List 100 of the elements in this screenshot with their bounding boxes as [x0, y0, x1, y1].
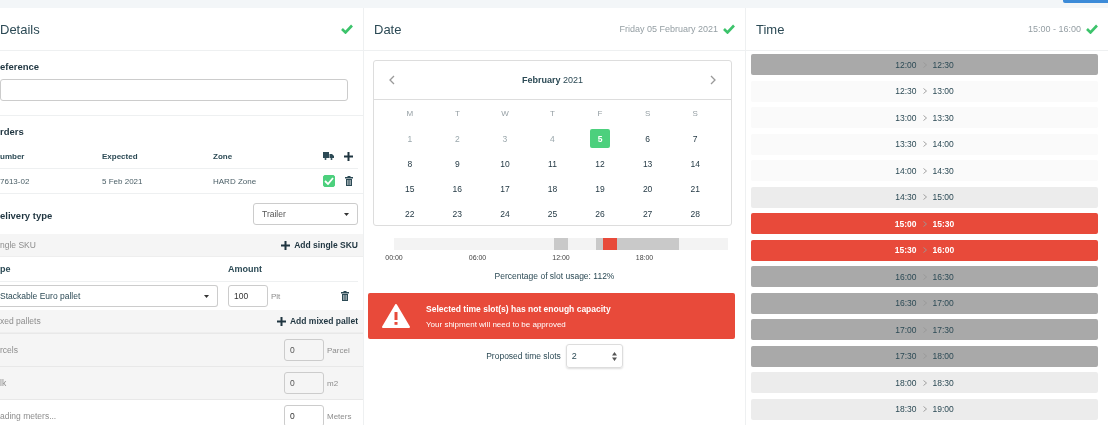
column-header: pe [0, 264, 12, 274]
field-label: eference [0, 60, 41, 74]
chevron-right-icon [922, 379, 927, 386]
warning-title: Selected time slot(s) has not enough capacity [426, 303, 611, 314]
trash-icon [341, 291, 349, 301]
calendar-day[interactable]: 8 [399, 154, 420, 173]
calendar-day[interactable]: 18 [542, 179, 563, 198]
calendar-day[interactable]: 11 [542, 154, 563, 173]
time-slot[interactable]: 17:30 18:00 [751, 345, 1098, 367]
reference-field[interactable] [0, 79, 348, 101]
chevron-right-icon [922, 141, 927, 147]
checkmark-icon [324, 177, 334, 185]
amount-field[interactable]: 100 [228, 285, 268, 307]
weekday-label: S [692, 109, 698, 120]
time-slot[interactable]: 18:00 18:30 [751, 372, 1098, 393]
unit-label: Plt [271, 291, 281, 301]
calendar-day[interactable]: 24 [494, 204, 515, 223]
warning-icon [382, 304, 410, 328]
field-label: ading meters... [0, 411, 57, 421]
time-slot[interactable]: 17:00 17:30 [751, 319, 1098, 340]
add-mixed-pallet-button[interactable]: Add mixed pallet [277, 316, 358, 326]
column-header: Expected [102, 151, 139, 161]
calendar-day[interactable]: 16 [447, 179, 468, 198]
calendar-day[interactable]: 22 [399, 204, 420, 223]
field-label: rcels [0, 345, 18, 355]
calendar-day[interactable]: 19 [590, 179, 611, 198]
section-title: Time [756, 21, 785, 37]
time-slot[interactable]: 13:00 13:30 [751, 107, 1098, 128]
calendar-day[interactable]: 7 [685, 129, 706, 148]
time-slot[interactable]: 12:30 13:00 [751, 80, 1098, 102]
quantity-field[interactable]: 0 [284, 405, 324, 425]
chevron-right-icon [922, 406, 927, 412]
weekday-label: W [501, 109, 509, 120]
weekday-label: T [550, 109, 555, 120]
chevron-right-icon [922, 114, 927, 121]
field-label: lk [0, 378, 7, 388]
weekday-label: F [597, 109, 603, 120]
unit-label: m2 [327, 378, 340, 388]
time-slot[interactable]: 14:00 14:30 [751, 160, 1098, 181]
table-cell-text: 5 Feb 2021 [102, 176, 144, 186]
calendar-day[interactable]: 13 [637, 154, 658, 173]
chevron-right-icon [922, 247, 927, 253]
weekday-label: S [644, 109, 651, 120]
section-title: Details [0, 21, 40, 37]
calendar-day[interactable]: 27 [637, 204, 658, 223]
weekday-label: T [454, 109, 460, 120]
warning-message: Your shipment will need to be approved [426, 319, 567, 329]
add-single-sku-button[interactable]: Add single SKU [281, 240, 358, 250]
caret-icon [344, 212, 349, 216]
time-slot[interactable]: 15:30 16:00 [751, 239, 1098, 261]
calendar-day[interactable]: 14 [685, 154, 706, 173]
number-stepper[interactable]: 2 [565, 344, 623, 368]
time-slot[interactable]: 16:30 17:00 [751, 292, 1098, 314]
calendar-day[interactable]: 9 [447, 154, 468, 173]
plus-icon [344, 151, 353, 161]
section-label: rders [0, 125, 25, 139]
calendar-day[interactable]: 25 [542, 204, 563, 223]
section-title: Date [374, 21, 402, 37]
time-slot[interactable]: 16:00 16:30 [751, 266, 1098, 287]
calendar-day[interactable]: 28 [685, 204, 706, 223]
calendar-day[interactable]: 12 [590, 154, 611, 173]
top-button[interactable] [1063, 0, 1108, 3]
calendar-day[interactable]: 21 [685, 179, 706, 198]
time-slot[interactable]: 18:30 19:00 [751, 398, 1098, 420]
chevron-left-icon [389, 75, 395, 85]
unit-label: Parcel [327, 345, 351, 355]
chevron-right-icon [710, 75, 716, 85]
calendar-day[interactable]: 15 [399, 179, 420, 198]
calendar-day[interactable]: 20 [637, 179, 658, 198]
pallet-type-dropdown[interactable]: Stackable Euro pallet [0, 285, 218, 307]
time-slot[interactable]: 13:30 14:00 [751, 133, 1098, 155]
time-slot[interactable]: 14:30 15:00 [751, 186, 1098, 208]
caret-icon [204, 294, 209, 298]
time-slot[interactable]: 15:00 15:30 [751, 213, 1098, 234]
weekday-label: M [406, 109, 414, 120]
plus-icon [281, 240, 291, 250]
delivery-type-dropdown[interactable]: Trailer [253, 203, 358, 225]
calendar-day[interactable]: 23 [447, 204, 468, 223]
chevron-right-icon [922, 88, 927, 94]
month-title: February 2021 [521, 75, 583, 85]
plus-icon [277, 316, 286, 326]
field-label: elivery type [0, 209, 53, 223]
time-slot[interactable]: 12:00 12:30 [751, 54, 1098, 75]
calendar-day[interactable]: 10 [494, 154, 515, 173]
checkbox[interactable] [323, 175, 335, 187]
column-header: Amount [228, 264, 263, 274]
chevron-right-icon [922, 220, 927, 227]
table-cell-text: HARD Zone [213, 176, 258, 186]
usage-caption: Percentage of slot usage: 112% [493, 271, 616, 281]
chevron-right-icon [922, 194, 927, 200]
calendar-day[interactable]: 6 [637, 129, 658, 148]
calendar-day[interactable]: 17 [494, 179, 515, 198]
section-label: xed pallets [0, 316, 41, 326]
truck-icon [323, 152, 334, 160]
calendar-day[interactable]: 26 [590, 204, 611, 223]
trash-icon [345, 176, 353, 186]
selection-summary: Friday 05 February 2021 [619, 24, 718, 34]
section-label: ngle SKU [0, 240, 36, 250]
column-header: umber [0, 151, 26, 161]
table-cell-text: 7613-02 [0, 176, 31, 186]
